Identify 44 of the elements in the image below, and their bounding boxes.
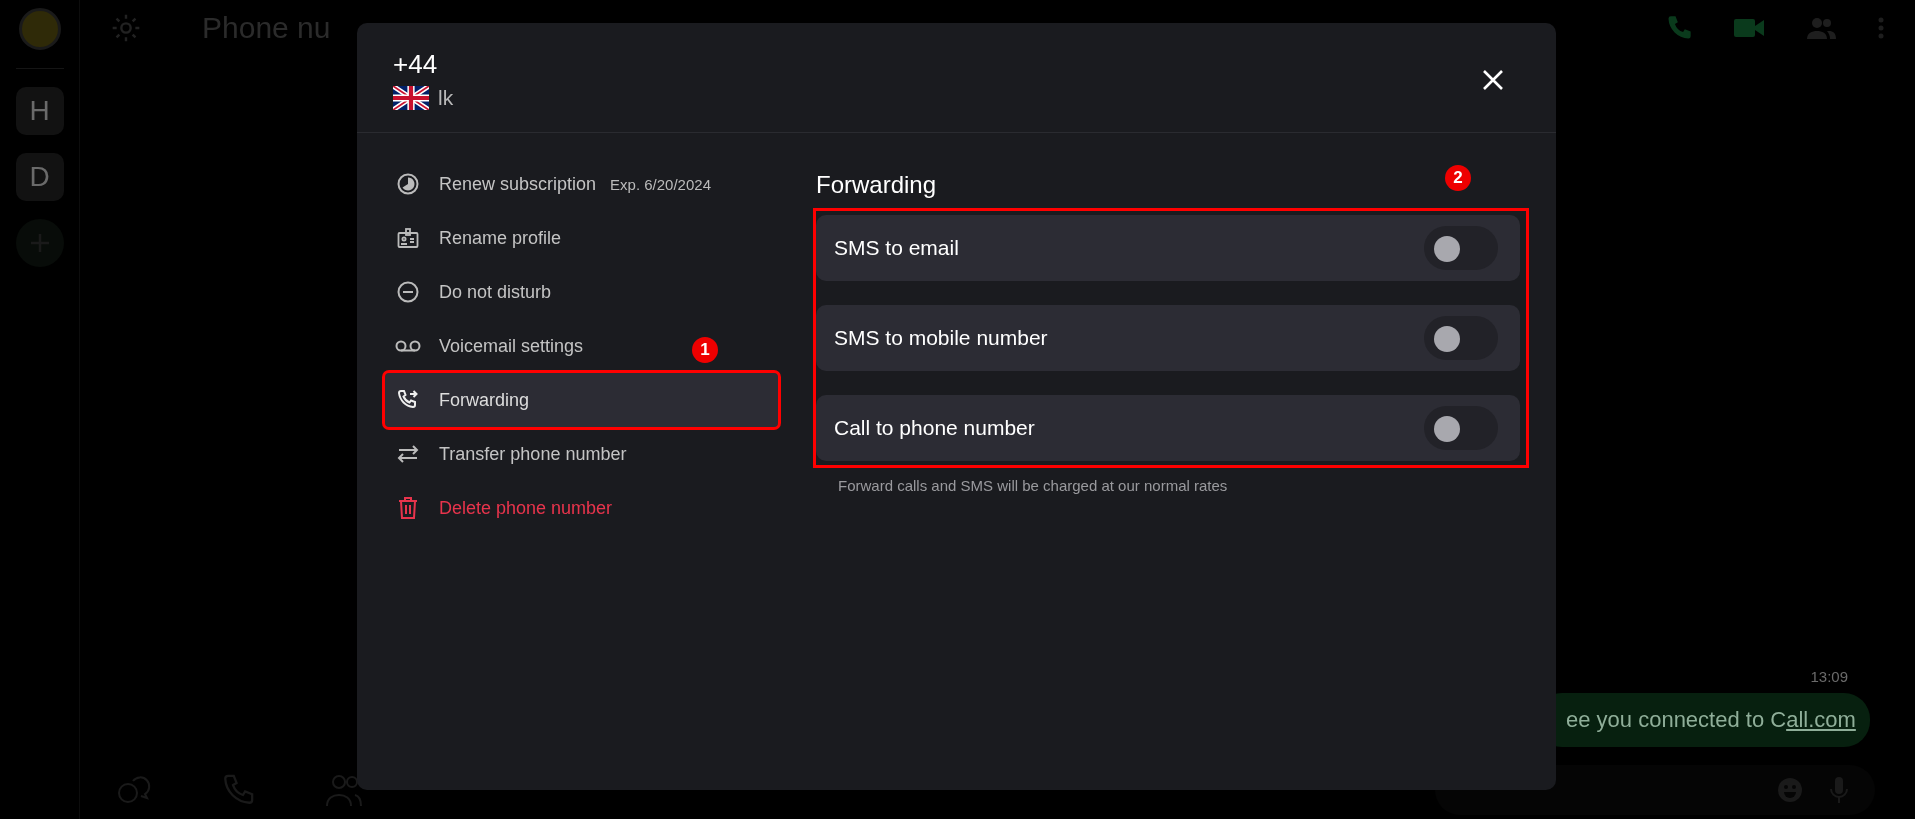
- minus-circle-icon: [396, 280, 420, 304]
- menu-label: Do not disturb: [439, 281, 552, 303]
- menu-label: Rename profile: [439, 227, 562, 249]
- menu-item[interactable]: Do not disturb: [385, 265, 562, 319]
- toggle-switch[interactable]: [1424, 406, 1498, 450]
- toggle-label: Call to phone number: [834, 416, 1035, 440]
- trash-icon: [397, 496, 419, 520]
- menu-label: Renew subscription: [439, 173, 597, 195]
- toggle-switch[interactable]: [1424, 316, 1498, 360]
- menu-label: Forwarding: [439, 389, 530, 411]
- menu-item[interactable]: Forwarding: [385, 373, 778, 427]
- menu-item[interactable]: Rename profile: [385, 211, 572, 265]
- menu-item[interactable]: Renew subscription Exp. 6/20/2024: [385, 157, 721, 211]
- swap-arrows-icon: [395, 443, 421, 465]
- people-icon[interactable]: [325, 773, 363, 807]
- note-text: Forward calls and SMS will be charged at our normal rates: [838, 477, 1229, 494]
- phone-icon[interactable]: [221, 773, 255, 807]
- timer-icon: [396, 172, 420, 196]
- avatar[interactable]: [18, 8, 61, 50]
- menu-label: Transfer phone number: [439, 443, 627, 465]
- add-button[interactable]: [15, 219, 64, 267]
- menu-item[interactable]: Delete phone number: [385, 481, 623, 535]
- message-link[interactable]: all.com: [1786, 707, 1856, 732]
- video-camera-icon[interactable]: [1733, 16, 1765, 40]
- country-label: lk: [438, 86, 454, 110]
- toggle-switch[interactable]: [1424, 226, 1498, 270]
- menu-item[interactable]: Voicemail settings: [385, 319, 594, 373]
- expiry-date: Exp. 6/20/2024: [610, 175, 711, 193]
- people-icon[interactable]: [1805, 16, 1837, 40]
- phone-number: +44: [393, 49, 439, 80]
- flag-icon: [393, 86, 429, 110]
- more-icon[interactable]: [1877, 16, 1885, 40]
- toggle-label: SMS to mobile number: [834, 326, 1048, 350]
- voicemail-icon: [395, 339, 421, 353]
- section-title: Forwarding: [816, 171, 937, 199]
- menu-label: Delete phone number: [439, 497, 613, 519]
- toggle-label: SMS to email: [834, 236, 959, 260]
- menu-item[interactable]: Transfer phone number: [385, 427, 637, 481]
- annotation-badge: 1: [692, 337, 718, 363]
- id-card-icon: [396, 226, 420, 250]
- annotation-badge: 2: [1445, 165, 1471, 191]
- menu-label: Voicemail settings: [439, 335, 584, 357]
- close-icon: [1482, 68, 1504, 91]
- message-time: 13:09: [1810, 668, 1848, 685]
